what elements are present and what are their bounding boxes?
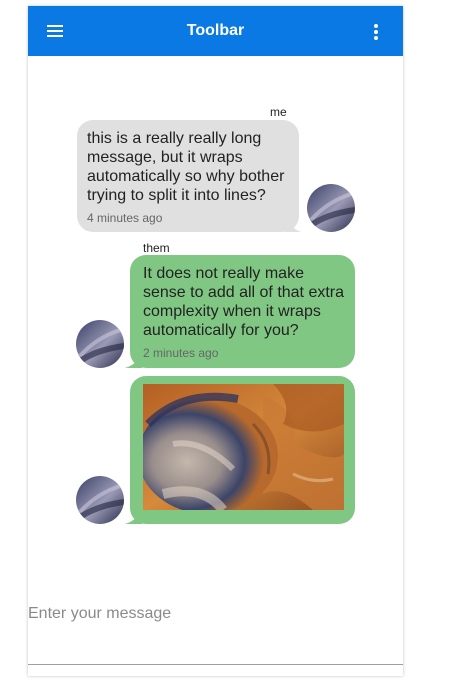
bubble-tail	[124, 352, 142, 368]
message-text: It does not really make sense to add all…	[143, 265, 345, 339]
more-vert-icon[interactable]	[373, 24, 379, 40]
message-composer	[28, 596, 403, 636]
avatar-me	[307, 184, 355, 232]
bubble-tail	[124, 508, 142, 524]
message-timestamp: 4 minutes ago	[87, 211, 163, 225]
message-bubble-me: this is a really really long message, bu…	[77, 120, 299, 232]
avatar-them	[76, 320, 124, 368]
message-sender: me	[270, 105, 287, 119]
toolbar: Toolbar	[28, 6, 403, 56]
bubble-tail	[286, 216, 302, 232]
message-bubble-them: It does not really make sense to add all…	[130, 255, 355, 368]
message-timestamp: 2 minutes ago	[143, 346, 219, 360]
mars-crater-photo[interactable]	[143, 384, 344, 510]
avatar-them	[76, 476, 124, 524]
input-underline	[28, 664, 403, 665]
message-text: this is a really really long message, bu…	[87, 130, 285, 204]
message-sender: them	[143, 241, 170, 255]
message-input[interactable]	[28, 602, 403, 626]
toolbar-title: Toolbar	[186, 22, 245, 39]
chat-window: Toolbar me this is a really really long …	[28, 6, 403, 676]
